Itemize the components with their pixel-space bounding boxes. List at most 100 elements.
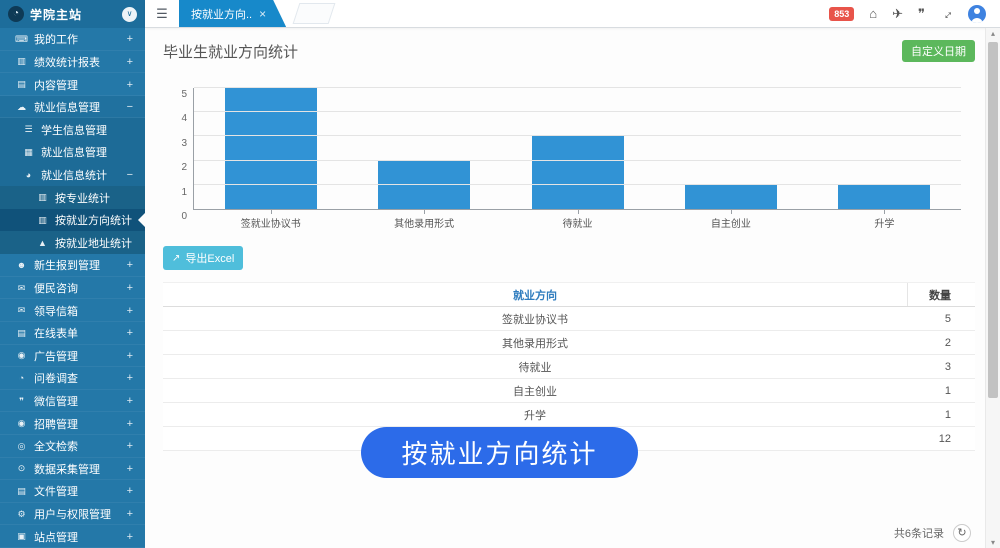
sidebar-item[interactable]: ☻新生报到管理+: [0, 254, 145, 277]
send-icon[interactable]: ✈: [892, 7, 903, 20]
cell-count: 3: [907, 355, 975, 378]
sidebar-item[interactable]: ☁就业信息管理−: [0, 96, 145, 119]
bar: [838, 185, 930, 209]
sidebar-item[interactable]: ⌨我的工作+: [0, 28, 145, 51]
expand-toggle-icon: +: [127, 395, 135, 407]
y-axis-tick-label: 2: [167, 162, 187, 173]
chart-category-slot: 签就业协议书: [194, 88, 347, 209]
refresh-icon[interactable]: ↻: [953, 524, 971, 542]
bar: [685, 185, 777, 209]
chart-plot: 签就业协议书其他录用形式待就业自主创业升学: [193, 88, 961, 210]
expand-toggle-icon: +: [127, 440, 135, 452]
sidebar-item-label: 微信管理: [34, 393, 127, 409]
caption-overlay: 按就业方向统计: [361, 427, 638, 478]
bar-chart: 签就业协议书其他录用形式待就业自主创业升学 012345: [167, 88, 961, 230]
sidebar-item-label: 就业信息管理: [34, 99, 127, 115]
sidebar-item[interactable]: ✉便民咨询+: [0, 277, 145, 300]
gears-icon: ⚙: [14, 509, 29, 520]
sidebar-item[interactable]: ▣站点管理+: [0, 525, 145, 548]
scroll-up-icon[interactable]: ▴: [986, 29, 1000, 38]
page-title: 毕业生就业方向统计: [163, 41, 298, 62]
expand-toggle-icon: +: [127, 327, 135, 339]
table-row: 待就业3: [163, 355, 975, 379]
sidebar-item[interactable]: ▥按就业方向统计: [0, 209, 145, 232]
app-window: ◔ 学院主站 ∨ ⌨我的工作+▥绩效统计报表+▤内容管理+☁就业信息管理−☰学生…: [0, 0, 1000, 548]
chevron-down-icon[interactable]: ∨: [122, 7, 137, 22]
expand-toggle-icon: +: [127, 33, 135, 45]
sidebar-item[interactable]: ▤内容管理+: [0, 73, 145, 96]
home-icon[interactable]: ⌂: [869, 7, 877, 20]
sidebar-item[interactable]: ☰学生信息管理: [0, 118, 145, 141]
cell-direction: 其他录用形式: [163, 331, 907, 354]
gridline: [194, 135, 961, 136]
sidebar-item[interactable]: ⊙数据采集管理+: [0, 458, 145, 481]
sidebar-header: ◔ 学院主站 ∨: [0, 0, 145, 28]
expand-toggle-icon: +: [127, 305, 135, 317]
x-axis-tick: [731, 210, 732, 214]
x-axis-label: 签就业协议书: [241, 215, 301, 230]
collect-icon: ⊙: [14, 463, 29, 474]
statusbar: 共6条记录 ↻: [894, 524, 971, 542]
table-row: 自主创业1: [163, 379, 975, 403]
wechat-icon: ❞: [14, 396, 29, 407]
sidebar-item[interactable]: ✉领导信箱+: [0, 299, 145, 322]
expand-toggle-icon: −: [127, 101, 135, 113]
title-row: 毕业生就业方向统计 自定义日期: [163, 40, 975, 62]
indent-icon[interactable]: ☰: [145, 0, 179, 27]
ghost-tab: [293, 3, 336, 24]
files-icon: ▤: [14, 79, 29, 90]
sidebar-item[interactable]: ▦就业信息管理: [0, 141, 145, 164]
sidebar-item[interactable]: ◉招聘管理+: [0, 412, 145, 435]
survey-icon: ◔: [14, 373, 29, 383]
vertical-scrollbar[interactable]: ▴ ▾: [985, 28, 1000, 548]
close-icon[interactable]: ×: [259, 7, 266, 21]
cell-count: 1: [907, 403, 975, 426]
export-excel-button[interactable]: ↗ 导出Excel: [163, 246, 243, 270]
expand-icon[interactable]: ↔: [940, 7, 953, 20]
column-header-direction[interactable]: 就业方向: [163, 283, 907, 306]
x-axis-label: 自主创业: [711, 215, 751, 230]
sidebar-item-label: 文件管理: [34, 483, 127, 499]
x-axis-tick: [271, 210, 272, 214]
sidebar-item[interactable]: ◉广告管理+: [0, 345, 145, 368]
gridline: [194, 184, 961, 185]
tab-employment-direction[interactable]: 按就业方向.. ×: [179, 0, 286, 27]
cell-direction: 签就业协议书: [163, 307, 907, 330]
sidebar-item[interactable]: ▲按就业地址统计: [0, 231, 145, 254]
sidebar-item-label: 便民咨询: [34, 280, 127, 296]
scroll-down-icon[interactable]: ▾: [986, 538, 1000, 547]
custom-date-button[interactable]: 自定义日期: [902, 40, 975, 62]
scrollbar-thumb[interactable]: [988, 42, 998, 398]
sidebar-item[interactable]: ▤在线表单+: [0, 322, 145, 345]
bar: [225, 88, 317, 209]
list-icon: ☰: [21, 124, 36, 135]
sidebar-item[interactable]: ◕就业信息统计−: [0, 164, 145, 187]
sidebar-item[interactable]: ▥绩效统计报表+: [0, 51, 145, 74]
x-axis-label: 升学: [874, 215, 894, 230]
comments-icon[interactable]: ❞: [918, 7, 925, 20]
y-axis-tick-label: 3: [167, 138, 187, 149]
sidebar-item[interactable]: ⚙用户与权限管理+: [0, 503, 145, 526]
y-axis-tick-label: 4: [167, 113, 187, 124]
sidebar-item[interactable]: ▤文件管理+: [0, 480, 145, 503]
sidebar-item[interactable]: ▥按专业统计: [0, 186, 145, 209]
sidebar-item[interactable]: ◎全文检索+: [0, 435, 145, 458]
column-header-count[interactable]: 数量: [907, 283, 975, 306]
user-avatar[interactable]: [968, 5, 986, 23]
area-chart-icon: ▲: [35, 238, 50, 248]
expand-toggle-icon: −: [127, 169, 135, 181]
bar-chart-icon: ▥: [14, 56, 29, 67]
cell-count: 12: [907, 427, 975, 450]
cell-count: 2: [907, 331, 975, 354]
notification-badge[interactable]: 853: [829, 7, 854, 21]
bar: [532, 136, 624, 209]
record-count: 共6条记录: [894, 525, 944, 541]
export-icon: ↗: [172, 253, 180, 264]
sidebar: ◔ 学院主站 ∨ ⌨我的工作+▥绩效统计报表+▤内容管理+☁就业信息管理−☰学生…: [0, 0, 145, 548]
y-axis-tick-label: 5: [167, 89, 187, 100]
sidebar-item[interactable]: ❞ 微信管理+: [0, 390, 145, 413]
clock-icon: ◔: [8, 6, 24, 22]
sidebar-item-label: 绩效统计报表: [34, 54, 127, 70]
expand-toggle-icon: +: [127, 259, 135, 271]
sidebar-item[interactable]: ◔问卷调查+: [0, 367, 145, 390]
